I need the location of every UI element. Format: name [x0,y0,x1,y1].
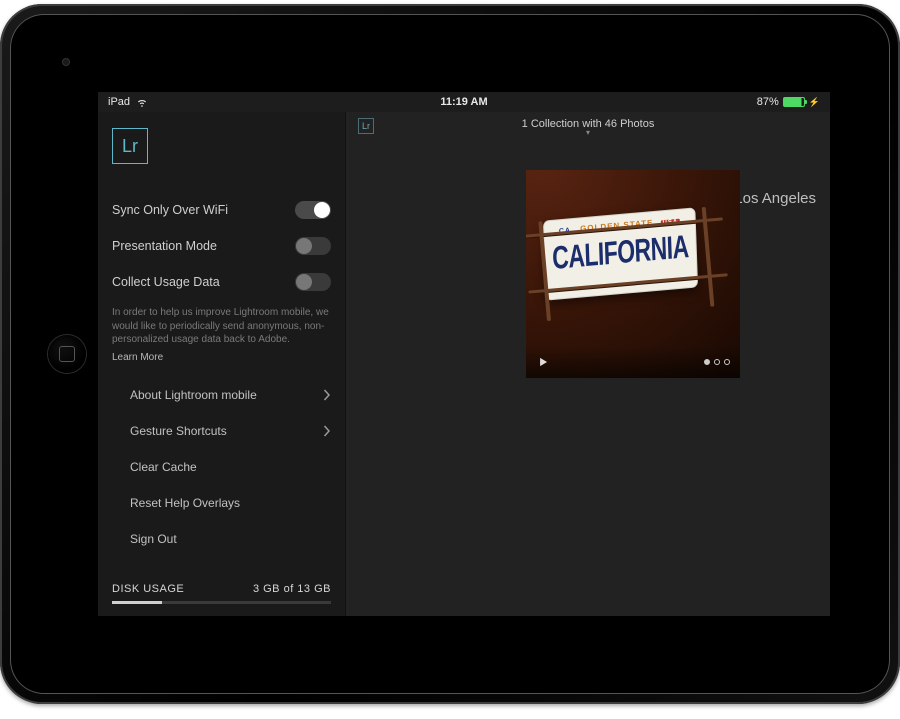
status-bar: iPad 11:19 AM 87% ⚡ [98,92,830,112]
chevron-right-icon [323,389,331,401]
menu-label: Clear Cache [130,460,197,474]
menu-clear-cache[interactable]: Clear Cache [112,449,331,485]
setting-usage-data: Collect Usage Data [112,264,331,300]
play-icon[interactable] [536,355,550,369]
settings-sidebar: Lr Sync Only Over WiFi Presentation Mode… [98,112,346,616]
menu-reset-overlays[interactable]: Reset Help Overlays [112,485,331,521]
menu-label: About Lightroom mobile [130,388,257,402]
battery-percent: 87% [757,96,779,108]
clock: 11:19 AM [440,96,487,108]
view-mode-dots[interactable] [704,359,730,365]
disk-usage-bar-fill [112,601,162,604]
ipad-frame: iPad 11:19 AM 87% ⚡ Lr Sync Only [0,4,900,704]
menu-sign-out[interactable]: Sign Out [112,521,331,557]
toggle-usage-data[interactable] [295,273,331,291]
battery-icon [783,97,805,107]
disk-usage: DISK USAGE 3 GB of 13 GB [112,583,331,604]
setting-label: Collect Usage Data [112,275,220,289]
collection-thumbnail[interactable]: CA GOLDEN STATE USA CALIFORNIA • • • [526,170,740,378]
setting-presentation-mode: Presentation Mode [112,228,331,264]
charging-icon: ⚡ [809,97,820,108]
caret-down-icon: ▾ [346,130,830,136]
dot-icon [724,359,730,365]
collection-summary[interactable]: 1 Collection with 46 Photos ▾ [346,118,830,136]
setting-label: Presentation Mode [112,239,217,253]
menu-gesture-shortcuts[interactable]: Gesture Shortcuts [112,413,331,449]
disk-usage-value: 3 GB of 13 GB [253,583,331,595]
setting-label: Sync Only Over WiFi [112,203,228,217]
disk-usage-label: DISK USAGE [112,583,184,595]
dot-icon [714,359,720,365]
collections-pane: Lr 1 Collection with 46 Photos ▾ Los Ang… [346,112,830,616]
plate-bottom-text: • • • [546,275,697,294]
toggle-sync-wifi[interactable] [295,201,331,219]
menu-label: Gesture Shortcuts [130,424,227,438]
plate-main-text: CALIFORNIA [545,227,697,278]
wifi-icon [136,96,148,108]
thumbnail-overlay [526,346,740,378]
ipad-bezel: iPad 11:19 AM 87% ⚡ Lr Sync Only [10,14,890,694]
front-camera [63,59,69,65]
menu-label: Reset Help Overlays [130,496,240,510]
usage-data-note: In order to help us improve Lightroom mo… [112,306,331,347]
home-button[interactable] [48,335,86,373]
chevron-right-icon [323,425,331,437]
menu-label: Sign Out [130,532,177,546]
menu-about[interactable]: About Lightroom mobile [112,377,331,413]
toggle-presentation-mode[interactable] [295,237,331,255]
dot-icon [704,359,710,365]
plate-usa-badge: USA [660,219,680,227]
license-plate: CA GOLDEN STATE USA CALIFORNIA • • • [543,207,698,300]
disk-usage-bar [112,601,331,604]
setting-sync-wifi: Sync Only Over WiFi [112,192,331,228]
lightroom-logo[interactable]: Lr [112,128,148,164]
screen: iPad 11:19 AM 87% ⚡ Lr Sync Only [98,92,830,616]
device-label: iPad [108,96,130,108]
collection-title: Los Angeles [734,190,816,207]
plate-state-code: CA [559,227,571,235]
learn-more-link[interactable]: Learn More [112,352,163,363]
